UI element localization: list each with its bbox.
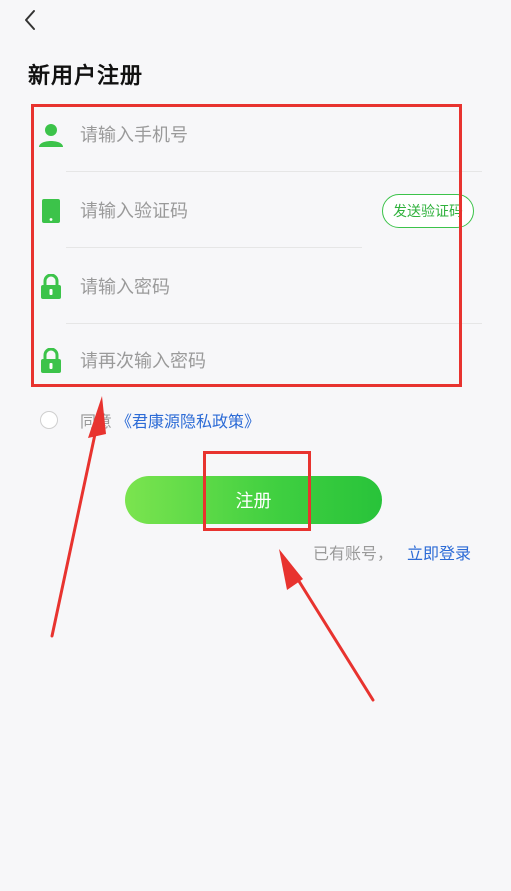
- arrow-to-form: [50, 396, 106, 638]
- login-hint: 已有账号，: [312, 544, 393, 563]
- login-row: 已有账号， 立即登录: [313, 540, 471, 564]
- annotation-box-form: [31, 104, 462, 387]
- annotation-box-register: [203, 451, 311, 531]
- agreement-row: 同意 《君康源隐私政策》: [40, 408, 260, 432]
- back-button[interactable]: [18, 6, 42, 34]
- login-link[interactable]: 立即登录: [407, 540, 471, 564]
- page-title: 新用户注册: [28, 64, 144, 89]
- agreement-prefix: 同意: [80, 412, 113, 431]
- privacy-policy-link[interactable]: 《君康源隐私政策》: [116, 408, 260, 432]
- chevron-left-icon: [25, 10, 35, 30]
- arrow-to-register: [279, 549, 375, 702]
- agreement-radio[interactable]: [40, 411, 58, 429]
